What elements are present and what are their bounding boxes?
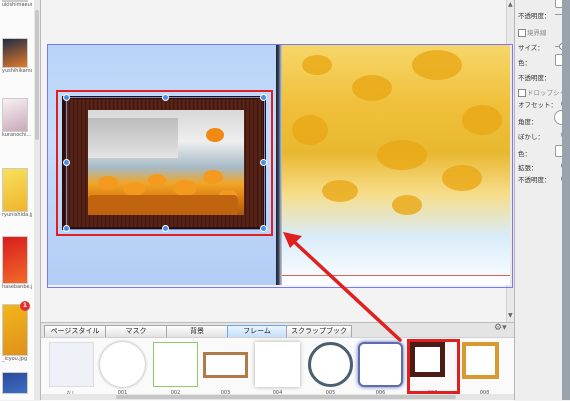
photo-thumbnail[interactable]: hasebanbe.jpg — [2, 236, 32, 290]
thumbnail-image[interactable] — [2, 236, 28, 284]
tab-bar: ページスタイル マスク 背景 フレーム スクラップブック — [41, 322, 514, 338]
border-section-label: 境界線 — [527, 29, 547, 37]
photo-thumbnail[interactable]: kuranochi... — [2, 98, 32, 138]
blur-label: ぼかし： — [518, 133, 544, 141]
frame-template-007[interactable]: 007 — [407, 339, 460, 396]
settings-scrollbar[interactable] — [562, 0, 570, 400]
color-label: 色： — [518, 150, 531, 158]
photo-thumbnail[interactable] — [2, 372, 29, 394]
usage-count-badge: 1 — [20, 301, 30, 311]
opacity-label: 不透明度： — [518, 74, 551, 82]
template-preview[interactable] — [153, 342, 198, 387]
photo-thumbnail[interactable]: ukishimaeura1.jpg — [2, 0, 32, 8]
opacity-label: 不透明度： — [518, 12, 551, 20]
frame-template-005[interactable]: 005 — [308, 342, 353, 396]
template-preview[interactable] — [358, 342, 403, 387]
highlight-box-frame — [56, 90, 273, 236]
thumbnail-image[interactable] — [2, 304, 28, 356]
frame-template-none[interactable]: なし — [49, 342, 94, 397]
template-preview[interactable] — [255, 342, 300, 387]
thumbnail-caption: yushihikamo... — [2, 68, 32, 74]
scale-label: 拡張： — [518, 164, 538, 172]
template-preview[interactable] — [203, 352, 248, 378]
thumbnail-caption: _icyou.jpg — [2, 356, 28, 362]
thumbnail-caption: ukishimaeura1.jpg — [2, 2, 32, 8]
template-preview[interactable] — [308, 342, 353, 387]
thumbnail-image[interactable] — [2, 38, 28, 68]
thumbnail-scrollbar[interactable] — [34, 0, 40, 400]
thumbnail-caption: kuranochi... — [2, 132, 32, 138]
photo-thumbnail[interactable]: 1 _icyou.jpg — [2, 301, 30, 362]
thumbnail-caption: hasebanbe.jpg — [2, 284, 32, 290]
opacity-label: 不透明度： — [518, 176, 551, 184]
thumbnail-image[interactable] — [2, 372, 28, 394]
frame-template-002[interactable]: 002 — [153, 342, 198, 396]
template-preview[interactable] — [49, 342, 94, 387]
scroll-down-icon[interactable]: ▼ — [508, 312, 513, 319]
thumbnail-image[interactable] — [2, 168, 28, 212]
scrollbar-thumb[interactable] — [35, 10, 39, 140]
templates-horizontal-scrollbar[interactable] — [41, 394, 514, 400]
frame-template-008[interactable]: 008 — [462, 342, 507, 396]
scrollbar-thumb[interactable] — [116, 395, 456, 399]
frame-template-001[interactable]: 001 — [100, 342, 145, 396]
offset-label: オフセット： — [518, 101, 557, 109]
photo-thumbnail[interactable]: ryunishida.jpg — [2, 168, 32, 218]
frame-template-004[interactable]: 004 — [255, 342, 300, 396]
thumbnail-image[interactable] — [2, 98, 28, 132]
frame-template-006[interactable]: 006 — [358, 342, 403, 396]
angle-label: 角度： — [518, 118, 538, 126]
photo-thumbnail[interactable]: yushihikamo... — [2, 38, 32, 74]
drop-shadow-checkbox[interactable] — [518, 89, 526, 97]
border-checkbox[interactable] — [518, 29, 526, 37]
color-label: 色： — [518, 59, 531, 67]
scroll-up-icon[interactable]: ▲ — [508, 1, 513, 8]
photo-thumbnail-panel: ukishimaeura1.jpg yushihikamo... kuranochi… — [0, 0, 41, 400]
size-label: サイズ： — [518, 44, 544, 52]
gear-icon[interactable]: ⚙▾ — [494, 323, 507, 333]
thumbnail-caption: ryunishida.jpg — [2, 212, 32, 218]
template-preview[interactable] — [100, 342, 145, 387]
frame-template-003[interactable]: 003 — [203, 342, 248, 396]
highlight-box-template — [407, 339, 460, 394]
template-preview[interactable] — [462, 342, 499, 379]
